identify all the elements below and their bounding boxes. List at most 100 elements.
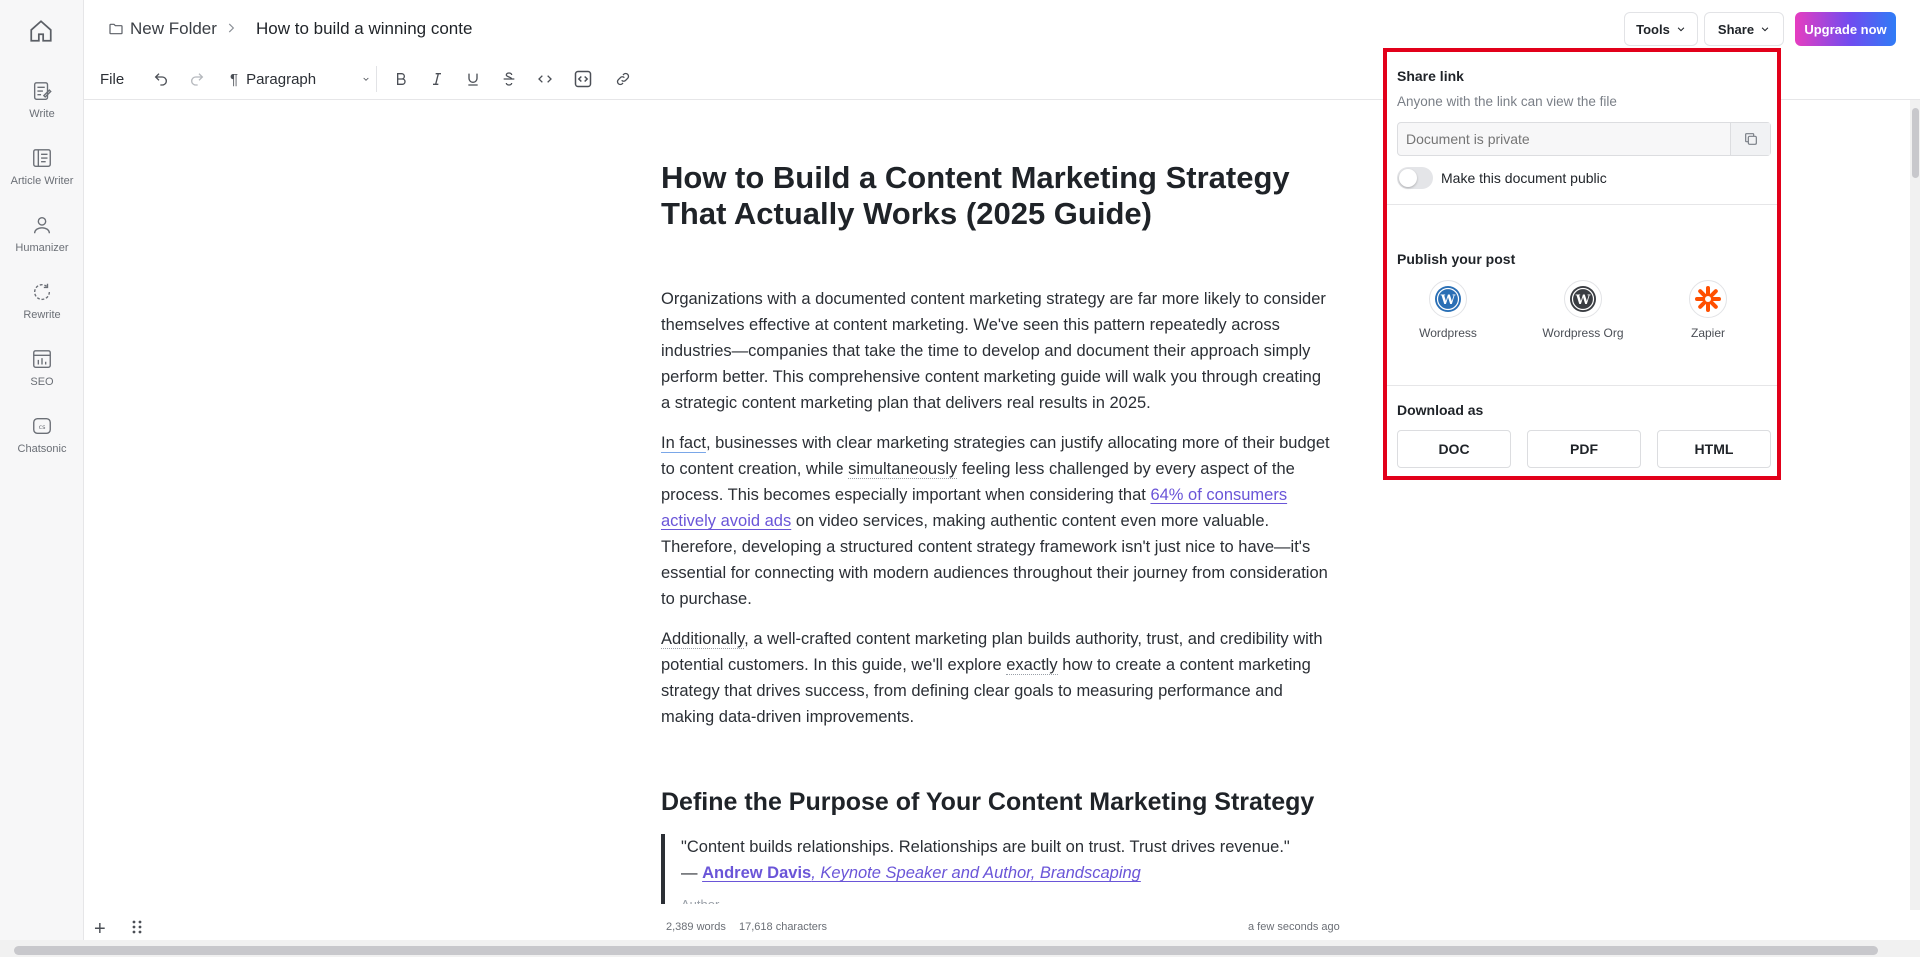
toolbar-divider (376, 66, 377, 92)
chevron-down-icon (1676, 24, 1686, 34)
pilcrow-icon: ¶ (230, 70, 239, 88)
make-public-toggle[interactable] (1397, 167, 1433, 189)
document-body[interactable]: How to Build a Content Marketing Strateg… (661, 160, 1333, 904)
download-pdf-button[interactable]: PDF (1527, 430, 1641, 468)
vertical-scrollbar[interactable] (1912, 108, 1919, 178)
share-button[interactable]: Share (1704, 12, 1784, 46)
share-panel: Share link Anyone with the link can view… (1383, 48, 1781, 480)
left-sidebar: Write Article Writer Humanizer Rewrite S… (0, 0, 84, 957)
word-count: 2,389 words (666, 921, 726, 933)
chatsonic-icon: cs (31, 415, 53, 437)
document-heading: How to Build a Content Marketing Strateg… (661, 160, 1333, 232)
quote-attribution: — Andrew Davis, Keynote Speaker and Auth… (681, 860, 1333, 886)
share-label: Share (1717, 21, 1755, 37)
sidebar-item-seo[interactable]: SEO (0, 348, 84, 412)
share-link-input[interactable] (1398, 123, 1730, 155)
folder-icon (108, 21, 130, 37)
quote-caption: Author (681, 892, 1333, 904)
paragraph-2: In fact, businesses with clear marketing… (661, 430, 1333, 612)
sidebar-item-humanizer[interactable]: Humanizer (0, 214, 84, 278)
write-icon (31, 80, 53, 102)
publish-label: Wordpress (1419, 326, 1477, 340)
sidebar-item-label: Rewrite (23, 309, 61, 321)
publish-zapier-button[interactable]: Zapier (1653, 280, 1763, 340)
divider (1387, 204, 1777, 205)
svg-text:W: W (1440, 293, 1456, 308)
wordpress-org-icon: W (1564, 280, 1602, 318)
chevron-right-icon (224, 21, 238, 35)
suggestion-highlight[interactable]: exactly (1006, 656, 1058, 675)
bold-icon[interactable] (390, 68, 412, 90)
publish-wordpress-button[interactable]: W Wordpress (1393, 280, 1503, 340)
article-writer-icon (31, 147, 53, 169)
quote-dash: — (681, 864, 703, 882)
section-heading: Define the Purpose of Your Content Marke… (661, 788, 1315, 816)
redo-icon[interactable] (186, 68, 208, 90)
chart-icon (31, 348, 53, 370)
sidebar-item-rewrite[interactable]: Rewrite (0, 281, 84, 345)
copy-link-button[interactable] (1730, 123, 1770, 155)
sidebar-item-label: Article Writer (10, 175, 74, 187)
add-block-button[interactable]: + (94, 918, 106, 941)
italic-icon[interactable] (426, 68, 448, 90)
undo-icon[interactable] (150, 68, 172, 90)
publish-label: Wordpress Org (1542, 326, 1624, 340)
vertical-scrollbar-track (1910, 100, 1920, 910)
sidebar-item-chatsonic[interactable]: cs Chatsonic (0, 415, 84, 479)
make-public-label: Make this document public (1441, 170, 1607, 186)
chevron-down-icon (1760, 24, 1770, 34)
sidebar-item-label: SEO (30, 376, 54, 388)
sidebar-item-label: Humanizer (15, 242, 69, 254)
home-icon[interactable] (28, 18, 54, 44)
paragraph-style-select[interactable]: ¶ Paragraph (230, 68, 370, 90)
character-count: 17,618 characters (739, 921, 828, 933)
download-doc-button[interactable]: DOC (1397, 430, 1511, 468)
copy-icon (1743, 131, 1759, 147)
blockquote: "Content builds relationships. Relations… (661, 834, 1333, 904)
tools-button[interactable]: Tools (1624, 12, 1698, 46)
suggestion-highlight[interactable]: In fact (661, 434, 706, 452)
download-html-button[interactable]: HTML (1657, 430, 1771, 468)
sidebar-item-article-writer[interactable]: Article Writer (0, 147, 84, 211)
sidebar-item-label: Chatsonic (17, 443, 67, 455)
chevron-down-icon (362, 75, 370, 83)
drag-handle-icon[interactable] (132, 920, 142, 934)
share-link-subtitle: Anyone with the link can view the file (1397, 94, 1617, 109)
publish-title: Publish your post (1397, 251, 1516, 267)
quote-text: "Content builds relationships. Relations… (681, 838, 1290, 856)
publish-label: Zapier (1690, 326, 1725, 340)
code-block-icon[interactable] (572, 68, 594, 90)
folder-name: New Folder (130, 19, 217, 38)
sidebar-item-write[interactable]: Write (0, 80, 84, 144)
file-menu[interactable]: File (100, 68, 124, 90)
link-icon[interactable] (612, 68, 634, 90)
paragraph-style-value: Paragraph (246, 70, 317, 88)
download-title: Download as (1397, 402, 1484, 418)
underline-icon[interactable] (462, 68, 484, 90)
rewrite-icon (31, 281, 53, 303)
breadcrumb-folder[interactable]: New Folder (108, 19, 217, 39)
document-heading-text: How to Build a Content Marketing Strateg… (661, 160, 1290, 231)
divider (1387, 385, 1777, 386)
upgrade-button[interactable]: Upgrade now (1795, 12, 1896, 46)
publish-wordpress-org-button[interactable]: W Wordpress Org (1528, 280, 1638, 340)
zapier-icon (1689, 280, 1727, 318)
document-stats: 2,389 words 17,618 characters (666, 921, 837, 933)
quote-author-link[interactable]: Andrew Davis (702, 864, 811, 882)
horizontal-scrollbar[interactable] (14, 946, 1878, 955)
suggestion-highlight[interactable]: Additionally (661, 630, 745, 649)
paragraph-1: Organizations with a documented content … (661, 290, 1326, 412)
svg-text:cs: cs (39, 423, 47, 431)
strikethrough-icon[interactable] (498, 68, 520, 90)
document-title-field[interactable]: How to build a winning conte (256, 19, 480, 39)
share-link-title: Share link (1397, 68, 1464, 84)
share-link-field (1397, 122, 1771, 156)
person-icon (31, 214, 53, 236)
quote-role-link[interactable]: , Keynote Speaker and Author, Brandscapi… (811, 864, 1141, 882)
suggestion-highlight[interactable]: simultaneously (848, 460, 958, 479)
tools-label: Tools (1636, 21, 1670, 37)
sidebar-item-label: Write (29, 108, 55, 120)
inline-code-icon[interactable] (534, 68, 556, 90)
svg-text:W: W (1575, 293, 1591, 308)
toggle-knob (1399, 169, 1417, 187)
